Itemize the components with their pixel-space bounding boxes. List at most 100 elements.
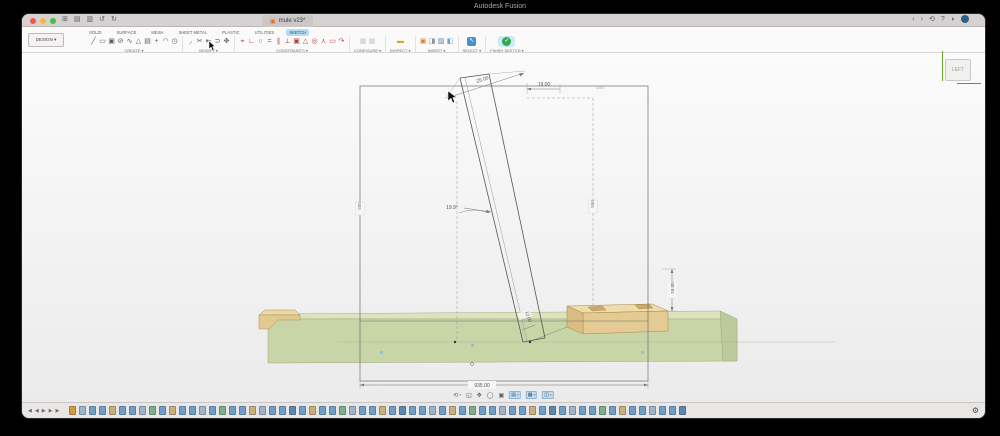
step-forward-icon[interactable]: ▶ xyxy=(49,408,53,414)
polygon-icon[interactable]: △ xyxy=(135,37,142,46)
timeline-feature-icon[interactable] xyxy=(229,406,236,415)
timeline-feature-icon[interactable] xyxy=(499,406,506,415)
sketch-dimension-icon[interactable]: ◷ xyxy=(171,37,178,46)
sketch-point-circle[interactable] xyxy=(471,363,474,366)
timeline-feature-icon[interactable] xyxy=(259,406,266,415)
timeline-feature-icon[interactable] xyxy=(419,406,426,415)
forward-icon[interactable]: › xyxy=(921,16,923,23)
timeline-feature-icon[interactable] xyxy=(449,406,456,415)
fillet-icon[interactable]: ◞ xyxy=(187,37,194,46)
timeline-feature-icon[interactable] xyxy=(99,406,106,415)
board-end-face[interactable] xyxy=(720,311,737,361)
look-at-icon[interactable]: ◱ xyxy=(466,392,472,399)
timeline-feature-icon[interactable] xyxy=(219,406,226,415)
move-copy-icon[interactable]: ✥ xyxy=(223,37,230,46)
spline-icon[interactable]: ∿ xyxy=(126,37,133,46)
timeline-feature-icon[interactable] xyxy=(639,406,646,415)
timeline-feature-icon[interactable] xyxy=(139,406,146,415)
dim-top-ref[interactable]: 100 xyxy=(596,85,604,90)
timeline-feature-icon[interactable] xyxy=(539,406,546,415)
slot-icon[interactable]: ▤ xyxy=(144,37,151,46)
sketch-point[interactable] xyxy=(454,341,456,343)
collinear-icon[interactable]: ▭ xyxy=(329,37,336,46)
measure-icon[interactable]: ▬ xyxy=(397,37,404,46)
timeline-feature-icon[interactable] xyxy=(389,406,396,415)
timeline-feature-icon[interactable] xyxy=(479,406,486,415)
fix-lock-icon[interactable]: ▣ xyxy=(293,37,300,46)
parallel-icon[interactable]: ∥ xyxy=(275,37,282,46)
timeline-feature-icon[interactable] xyxy=(179,406,186,415)
grid-settings-icon[interactable]: ▦▾ xyxy=(526,391,538,399)
line-icon[interactable]: ╱ xyxy=(90,37,97,46)
back-icon[interactable]: ‹ xyxy=(912,16,914,23)
timeline-feature-icon[interactable] xyxy=(559,406,566,415)
zoom-icon[interactable]: ◯ xyxy=(487,392,494,399)
mast-left-edge[interactable] xyxy=(460,78,523,342)
timeline-feature-icon[interactable] xyxy=(249,406,256,415)
ribbon-tab-sheet-metal[interactable]: SHEET METAL xyxy=(175,29,210,36)
close-window-icon[interactable] xyxy=(30,18,36,24)
timeline-feature-icon[interactable] xyxy=(169,406,176,415)
symmetry-icon[interactable]: ⋏ xyxy=(320,37,327,46)
timeline-feature-icon[interactable] xyxy=(409,406,416,415)
fit-icon[interactable]: ▣ xyxy=(499,392,505,399)
configuration-icon[interactable]: ▦ xyxy=(369,37,376,46)
timeline-feature-icon[interactable] xyxy=(299,406,306,415)
file-menu-icon[interactable]: ▤ xyxy=(74,15,81,23)
document-tab[interactable]: ▣ mule v23* xyxy=(262,15,313,27)
perpendicular-icon[interactable]: ⟂ xyxy=(284,37,291,46)
timeline-feature-icon[interactable] xyxy=(269,406,276,415)
view-cube[interactable]: LEFT xyxy=(945,59,971,81)
play-icon[interactable]: ▶ xyxy=(42,408,46,414)
timeline-feature-icon[interactable] xyxy=(659,406,666,415)
timeline-feature-icon[interactable] xyxy=(309,406,316,415)
dim-right-ref[interactable]: 500 xyxy=(590,200,595,208)
dim-mast-length[interactable]: 25.00 xyxy=(476,75,490,85)
ribbon-tab-solid[interactable]: SOLID xyxy=(86,29,105,36)
timeline-feature-icon[interactable] xyxy=(609,406,616,415)
timeline-feature-icon[interactable] xyxy=(129,406,136,415)
timeline-feature-icon[interactable] xyxy=(619,406,626,415)
timeline-feature-icon[interactable] xyxy=(529,406,536,415)
timeline-feature-icon[interactable] xyxy=(469,406,476,415)
notifications-icon[interactable]: ◗ xyxy=(951,16,955,23)
timeline-feature-icon[interactable] xyxy=(199,406,206,415)
timeline-feature-icon[interactable] xyxy=(339,406,346,415)
timeline-feature-icon[interactable] xyxy=(189,406,196,415)
timeline-feature-icon[interactable] xyxy=(289,406,296,415)
timeline-feature-icon[interactable] xyxy=(69,406,76,415)
skip-to-start-icon[interactable]: ◀ xyxy=(28,408,32,414)
model-canvas[interactable]: 25.00 19.00 100 19.9° 12.00 50 xyxy=(22,53,985,402)
insert-mesh-icon[interactable]: ◧ xyxy=(447,37,454,46)
coincident-icon[interactable]: ⌖ xyxy=(239,37,246,46)
timeline-feature-icon[interactable] xyxy=(209,406,216,415)
redo-icon[interactable]: ↻ xyxy=(111,15,117,23)
timeline-feature-icon[interactable] xyxy=(459,406,466,415)
equal-icon[interactable]: = xyxy=(266,37,273,46)
timeline-feature-icon[interactable] xyxy=(399,406,406,415)
rectangle-icon[interactable]: ▭ xyxy=(99,37,106,46)
skip-to-end-icon[interactable]: ▶ xyxy=(55,408,59,414)
vertical-horizontal-icon[interactable]: ∟ xyxy=(248,37,255,46)
finish-sketch-check-icon[interactable]: ✓ xyxy=(502,37,511,46)
timeline-feature-icon[interactable] xyxy=(649,406,656,415)
timeline-feature-icon[interactable] xyxy=(589,406,596,415)
design-workspace-menu[interactable]: DESIGN ▾ xyxy=(28,33,64,47)
insert-derive-icon[interactable]: ▣ xyxy=(420,37,427,46)
ribbon-tab-mesh[interactable]: MESH xyxy=(148,29,166,36)
dim-left-height[interactable]: 500 xyxy=(357,202,362,210)
arc-icon[interactable]: ◠ xyxy=(162,37,169,46)
pan-icon[interactable]: ✥ xyxy=(477,392,482,399)
curvature-icon[interactable]: ↷ xyxy=(338,37,345,46)
timeline-feature-icon[interactable] xyxy=(519,406,526,415)
block-front-face[interactable] xyxy=(583,311,668,334)
configure-table-icon[interactable]: ▦ xyxy=(360,37,367,46)
ribbon-tab-surface[interactable]: SURFACE xyxy=(114,29,140,36)
timeline-feature-icon[interactable] xyxy=(89,406,96,415)
viewports-icon[interactable]: ◫▾ xyxy=(542,391,554,399)
timeline-feature-icon[interactable] xyxy=(549,406,556,415)
save-icon[interactable]: ▥ xyxy=(87,15,94,23)
timeline-feature-icon[interactable] xyxy=(439,406,446,415)
timeline-feature-icon[interactable] xyxy=(629,406,636,415)
timeline-feature-icon[interactable] xyxy=(679,406,686,415)
